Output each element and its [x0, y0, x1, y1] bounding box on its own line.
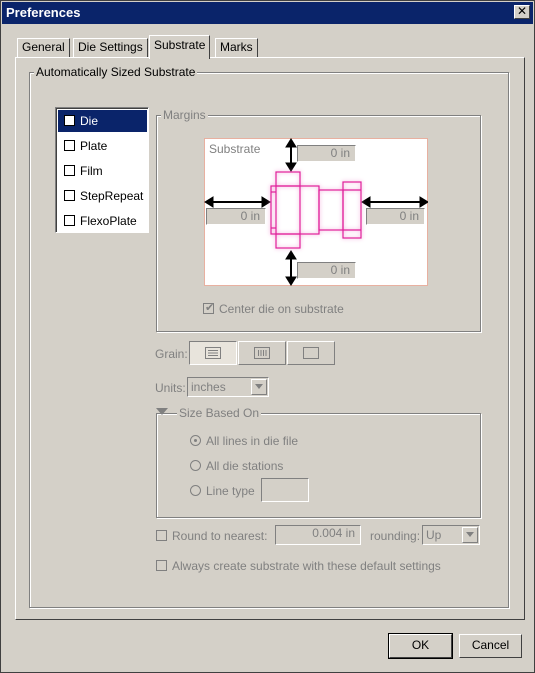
title-bar[interactable]: Preferences ✕ [2, 2, 533, 24]
radio-dot-icon [194, 439, 197, 442]
units-label: Units: [155, 381, 186, 395]
vertical-grain-icon [254, 347, 270, 359]
center-die-checkbox[interactable]: ✔ [203, 302, 215, 314]
preferences-dialog: Preferences ✕ General Die Settings Subst… [0, 0, 535, 673]
round-value-field[interactable]: 0.004 in [275, 525, 361, 545]
list-item-flexoplate[interactable]: FlexoPlate [58, 210, 147, 232]
option-all-lines[interactable]: All lines in die file [190, 434, 390, 448]
grain-label: Grain: [155, 347, 188, 361]
bottom-margin-field[interactable]: 0 in [297, 262, 356, 279]
ok-button[interactable]: OK [388, 633, 453, 659]
grain-horizontal-button[interactable] [189, 341, 237, 365]
all-lines-radio[interactable] [190, 435, 201, 446]
list-item-plate[interactable]: Plate [58, 135, 147, 157]
tab-marks[interactable]: Marks [215, 38, 258, 58]
all-lines-label: All lines in die file [206, 434, 299, 448]
left-margin-field[interactable]: 0 in [206, 208, 266, 225]
die-checkbox[interactable] [64, 115, 75, 126]
always-create-checkbox[interactable] [156, 560, 167, 571]
right-margin-value: 0 in [399, 209, 419, 223]
chevron-down-icon [466, 532, 474, 537]
option-all-stations[interactable]: All die stations [190, 459, 390, 473]
all-stations-label: All die stations [206, 459, 284, 473]
always-create-label: Always create substrate with these defau… [172, 559, 441, 573]
cancel-button-label: Cancel [471, 638, 510, 652]
size-based-on-label: Size Based On [177, 406, 262, 420]
horizontal-grain-icon [205, 347, 221, 359]
rounding-label: rounding: [370, 529, 421, 543]
line-type-field[interactable] [261, 478, 309, 502]
tab-die-settings-label: Die Settings [78, 40, 143, 54]
tab-substrate-label: Substrate [154, 38, 206, 52]
left-margin-value: 0 in [240, 209, 260, 223]
units-value: inches [191, 380, 226, 394]
round-value: 0.004 in [312, 526, 355, 540]
list-item-label: Film [80, 164, 103, 178]
list-item-label: Plate [80, 139, 108, 153]
all-stations-radio[interactable] [190, 460, 201, 471]
top-margin-field[interactable]: 0 in [297, 145, 356, 162]
center-die-option[interactable]: ✔ Center die on substrate [203, 302, 363, 316]
round-checkbox[interactable] [156, 530, 167, 541]
rounding-dropdown-arrow[interactable] [462, 527, 478, 543]
units-dropdown[interactable]: inches [187, 377, 269, 397]
grain-vertical-button[interactable] [238, 341, 286, 365]
steprepeat-checkbox[interactable] [64, 190, 75, 201]
right-margin-field[interactable]: 0 in [366, 208, 425, 225]
bottom-margin-value: 0 in [330, 263, 350, 277]
center-die-label: Center die on substrate [219, 302, 344, 316]
line-type-radio[interactable] [190, 485, 201, 496]
die-outline [270, 171, 362, 249]
no-grain-icon [303, 347, 319, 359]
round-label: Round to nearest: [172, 529, 268, 543]
close-button[interactable]: ✕ [514, 5, 530, 19]
tab-marks-label: Marks [220, 40, 253, 54]
checkmark-icon: ✔ [205, 302, 215, 314]
list-item-steprepeat[interactable]: StepRepeat [58, 185, 147, 207]
left-margin-arrow [204, 196, 271, 208]
window-title: Preferences [6, 5, 81, 20]
auto-sized-substrate-label: Automatically Sized Substrate [34, 65, 198, 79]
rounding-dropdown[interactable]: Up [422, 525, 480, 545]
flexoplate-checkbox[interactable] [64, 215, 75, 226]
list-item-label: StepRepeat [80, 189, 144, 203]
bottom-margin-arrow [285, 250, 297, 286]
ok-button-label: OK [411, 638, 430, 652]
substrate-type-list[interactable]: Die Plate Film StepRepeat FlexoPlate [55, 107, 149, 233]
tab-substrate[interactable]: Substrate [149, 35, 211, 59]
right-margin-arrow [361, 196, 428, 208]
collapse-triangle-icon[interactable] [156, 408, 168, 415]
cancel-button[interactable]: Cancel [459, 634, 522, 658]
plate-checkbox[interactable] [64, 140, 75, 151]
grain-none-button[interactable] [287, 341, 335, 365]
chevron-down-icon [255, 384, 263, 389]
top-margin-arrow [285, 138, 297, 172]
list-item-label: Die [80, 114, 99, 128]
units-dropdown-arrow[interactable] [251, 379, 267, 395]
tab-general-label: General [22, 40, 65, 54]
list-item-film[interactable]: Film [58, 160, 147, 182]
tab-general[interactable]: General [17, 38, 70, 58]
list-item-die[interactable]: Die [58, 110, 147, 132]
list-item-label: FlexoPlate [80, 214, 137, 228]
rounding-value: Up [426, 528, 442, 542]
top-margin-value: 0 in [330, 146, 350, 160]
tab-die-settings[interactable]: Die Settings [73, 38, 148, 58]
margins-label: Margins [161, 108, 208, 122]
line-type-label: Line type [206, 484, 255, 498]
close-icon: ✕ [516, 4, 528, 18]
film-checkbox[interactable] [64, 165, 75, 176]
